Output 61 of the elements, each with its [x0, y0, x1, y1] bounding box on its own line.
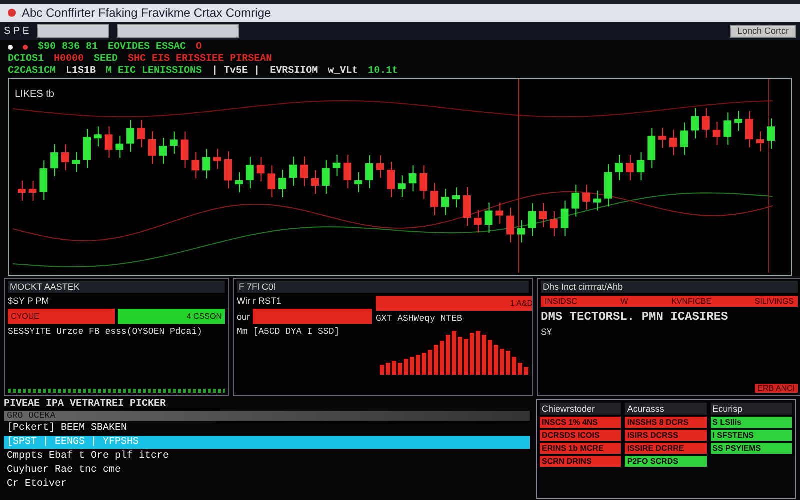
quote-cell: S LSIlis — [710, 417, 792, 428]
ticker-text: $90 836 81 — [38, 42, 98, 53]
ticker-text: O — [196, 42, 202, 53]
quote-cell: SS PSYIEMS — [710, 443, 792, 454]
ticker-text: C2CAS1CM — [8, 66, 56, 77]
ticker-text: EVRSIIOM — [270, 66, 318, 77]
indicator-bar: 4 CSSON — [118, 309, 225, 324]
quote-cell: SCRN DRINS — [540, 456, 622, 467]
bar-label: our — [237, 312, 250, 322]
ticker-text: L1S1B — [66, 66, 96, 77]
column-header: INSIDSC — [545, 297, 578, 306]
panel-text: Mm [A5CD DYA I SSD] — [237, 327, 341, 337]
indicator-bar: CYOUE — [8, 309, 115, 324]
status-badge: ERB ANCI — [754, 384, 798, 393]
list-item[interactable]: [Pckert] BEEM SBAKEN — [4, 422, 530, 435]
window-title: Abc Conffirter Ffaking Fravikme Crtax Comrige — [22, 6, 272, 20]
panel-text: GXT ASHWeqy NTEB — [376, 314, 464, 324]
column-header: Acurasss — [625, 403, 707, 415]
quote-cell: I SFSTENS — [710, 430, 792, 441]
panel-header: F 7Fl C0l — [237, 281, 529, 293]
ticker-text: | Tv5E | — [212, 66, 260, 77]
ticker-text: M EIC LENISSIONS — [106, 66, 202, 77]
ticker-text: EOVIDES ESSAC — [108, 42, 186, 53]
quote-cell: DCRSDS ICOIS — [540, 430, 622, 441]
quote-cell: INSCS 1% 4NS — [540, 417, 622, 428]
ticker-text: 10.1t — [368, 66, 398, 77]
toolbar-label: S P E — [4, 26, 30, 36]
quote-cell: ISSIRE DCRRE — [625, 443, 707, 454]
combo-field[interactable] — [117, 24, 240, 38]
panel-text: DMS TECTORSL. PMN ICASIRES — [541, 310, 730, 324]
ticker-text: H0000 — [54, 54, 84, 65]
panel-header: MOCKT AASTEK — [8, 281, 225, 293]
dot-icon — [8, 45, 13, 50]
panel-text: SESSYITE Urzce FB esss(OYSOEN Pdcai) — [8, 327, 204, 337]
column-header: SILIVINGS — [754, 297, 794, 306]
toolbar-button[interactable]: Lonch Cortcr — [730, 24, 796, 38]
column-header: KVNFICBE — [672, 297, 712, 306]
list-item[interactable]: Cuyhuer Rae tnc cme — [4, 464, 530, 477]
column-header: Ecurisp — [710, 403, 792, 415]
ticker-text: DCIOS1 — [8, 54, 44, 65]
panel-header: Dhs Inct cirrrrat/Ahb — [541, 281, 798, 293]
panel-label: Wir r RST1 — [237, 296, 282, 306]
dot-icon — [23, 45, 28, 50]
quote-cell: P2FO SCRDS — [625, 456, 707, 467]
ticker-text: SHC EIS ERISSIEE PIRSEAN — [128, 54, 272, 65]
list-item[interactable]: Cmppts Ebaf t Ore plf itcre — [4, 450, 530, 463]
quote-cell: ISIRS DCRSS — [625, 430, 707, 441]
app-icon — [8, 9, 16, 17]
panel-note: S¥ — [541, 327, 554, 337]
column-header: Chiewrstoder — [540, 403, 622, 415]
ticker-text: SEED — [94, 54, 118, 65]
quote-cell: ERINS 1b MCRE — [540, 443, 622, 454]
list-subheader: GRO OCEKA — [4, 411, 530, 421]
combo-field[interactable] — [37, 24, 110, 38]
quote-cell: INSSHS 8 DCRS — [625, 417, 707, 428]
ticker-text: w_VLt — [328, 66, 358, 77]
panel-label: $SY P PM — [8, 296, 50, 306]
list-item[interactable]: Cr Etoiver — [4, 478, 530, 491]
chart-title: LIKES tb — [15, 89, 54, 100]
column-header: W — [620, 297, 628, 306]
list-title: PIVEAE IPA VETRATREI PICKER — [4, 399, 168, 410]
